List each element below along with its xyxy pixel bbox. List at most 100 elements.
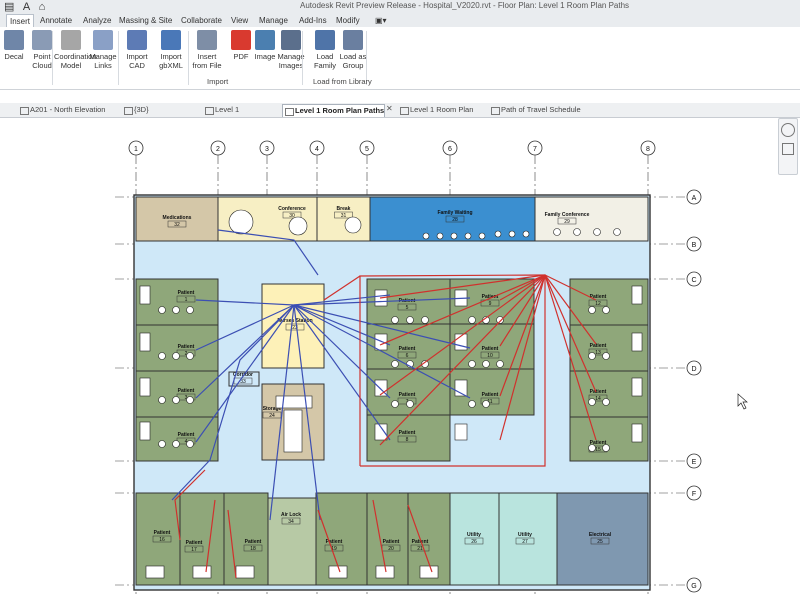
- ribbon-separator: [52, 31, 53, 85]
- coordination-model-icon: [61, 30, 81, 50]
- manage-links-button[interactable]: Manage Links: [86, 30, 120, 70]
- room-number-label: 18: [250, 546, 256, 552]
- image-icon: [255, 30, 275, 50]
- room-number-label: 21: [417, 546, 423, 552]
- room-name-label: Patient: [178, 290, 195, 296]
- room-number-label: 29: [564, 219, 570, 225]
- room[interactable]: [498, 492, 558, 586]
- load-as-group-icon: [343, 30, 363, 50]
- insert-from-file-button[interactable]: Insert from File: [190, 30, 224, 70]
- room-number-label: 32: [174, 222, 180, 228]
- view-tab[interactable]: Path of Travel Schedule: [489, 104, 581, 116]
- grid-label: 4: [315, 146, 319, 153]
- chair: [464, 232, 472, 240]
- close-tab-icon[interactable]: ✕: [386, 104, 393, 113]
- chair: [344, 216, 362, 234]
- room-number-label: 24: [269, 413, 275, 419]
- room-name-label: Patient: [383, 539, 400, 545]
- bed: [631, 332, 643, 352]
- chair: [391, 400, 399, 408]
- view-icon: [124, 107, 133, 115]
- bed: [631, 423, 643, 443]
- room-name-label: Patient: [482, 346, 499, 352]
- room-number-label: 15: [595, 447, 601, 453]
- bed: [139, 377, 151, 397]
- chair: [158, 440, 166, 448]
- room-name-label: Break: [337, 206, 351, 212]
- ribbon-tab-modify[interactable]: Modify: [333, 14, 363, 27]
- ribbon-button-label: Import CAD: [126, 52, 148, 70]
- ribbon-tab-collaborate[interactable]: Collaborate: [178, 14, 225, 27]
- chair: [602, 398, 610, 406]
- room-name-label: Air Lock: [281, 512, 301, 518]
- chair: [588, 306, 596, 314]
- view-icon: [205, 107, 214, 115]
- ribbon-tab-insert[interactable]: Insert: [6, 14, 35, 28]
- chair: [186, 352, 194, 360]
- room[interactable]: [316, 196, 371, 242]
- room-number-label: 12: [595, 301, 601, 307]
- room-name-label: Family Waiting: [437, 210, 472, 216]
- steering-wheel-icon[interactable]: [781, 123, 795, 137]
- zoom-icon[interactable]: [782, 143, 794, 155]
- bed: [192, 565, 212, 579]
- view-tab-label: {3D}: [134, 105, 149, 114]
- ribbon-tab-analyze[interactable]: Analyze: [80, 14, 114, 27]
- ribbon-tab-view[interactable]: View: [228, 14, 251, 27]
- grid-label: E: [692, 459, 697, 466]
- manage-images-icon: [281, 30, 301, 50]
- room-number-label: 17: [191, 547, 197, 553]
- drawing-canvas[interactable]: 1 2 3 4 5 6 7 8 A B C D E F G Medications 32 Conference 30…: [0, 118, 800, 600]
- chair: [468, 400, 476, 408]
- ribbon-button-label: Manage Links: [89, 52, 117, 70]
- quick-access-toolbar[interactable]: ▤ A ⌂: [4, 0, 48, 13]
- coordination-model-button[interactable]: Coordination Model: [54, 30, 97, 70]
- chair: [391, 316, 399, 324]
- chair: [496, 360, 504, 368]
- import-gbxml-button[interactable]: Import gbXML: [154, 30, 188, 70]
- room-number-label: 27: [522, 539, 528, 545]
- chair: [186, 396, 194, 404]
- grid-label: B: [692, 242, 697, 249]
- room-number-label: 14: [595, 396, 601, 402]
- chair: [158, 352, 166, 360]
- view-tab-label: Level 1: [215, 105, 240, 114]
- view-tab-label: Path of Travel Schedule: [501, 105, 581, 114]
- view-tab[interactable]: Level 1 Room Plan: [398, 104, 473, 116]
- room-name-label: Patient: [178, 388, 195, 394]
- grid-label: 6: [448, 146, 452, 153]
- ribbon-separator: [302, 31, 303, 85]
- view-tab[interactable]: Level 1 Room Plan Paths: [282, 104, 386, 117]
- chair: [508, 230, 516, 238]
- chair: [186, 306, 194, 314]
- room-name-label: Conference: [278, 206, 306, 212]
- ribbon-button-label: Coordination Model: [54, 52, 97, 70]
- view-tab[interactable]: A201 - North Elevation: [18, 104, 105, 116]
- view-tab[interactable]: {3D}: [122, 104, 149, 116]
- ribbon-tab-manage[interactable]: Manage: [256, 14, 291, 27]
- grid-label: 3: [265, 146, 269, 153]
- grid-label: 2: [216, 146, 220, 153]
- chair: [573, 228, 581, 236]
- ribbon-dropdown-icon[interactable]: ▣▾: [372, 14, 390, 27]
- navigation-bar[interactable]: [778, 118, 798, 175]
- ribbon-tab-add-ins[interactable]: Add-Ins: [296, 14, 330, 27]
- load-as-group-button[interactable]: Load as Group: [336, 30, 370, 70]
- view-icon: [400, 107, 409, 115]
- import-cad-button[interactable]: Import CAD: [120, 30, 154, 70]
- room-name-label: Patient: [154, 530, 171, 536]
- room-name-label: Patient: [178, 344, 195, 350]
- chair: [468, 360, 476, 368]
- ribbon-tab-annotate[interactable]: Annotate: [37, 14, 75, 27]
- bed: [145, 565, 165, 579]
- room[interactable]: [534, 196, 649, 242]
- view-tab-label: Level 1 Room Plan: [410, 105, 474, 114]
- ribbon-tab-massing-site[interactable]: Massing & Site: [116, 14, 175, 27]
- room-name-label: Family Conference: [545, 212, 590, 218]
- view-tab[interactable]: Level 1: [203, 104, 239, 116]
- room-number-label: 20: [388, 546, 394, 552]
- chair: [406, 400, 414, 408]
- room-name-label: Patient: [482, 294, 499, 300]
- load-family-icon: [315, 30, 335, 50]
- floor-plan[interactable]: 1 2 3 4 5 6 7 8ABCDEFGMedications32Conference30…: [0, 118, 800, 600]
